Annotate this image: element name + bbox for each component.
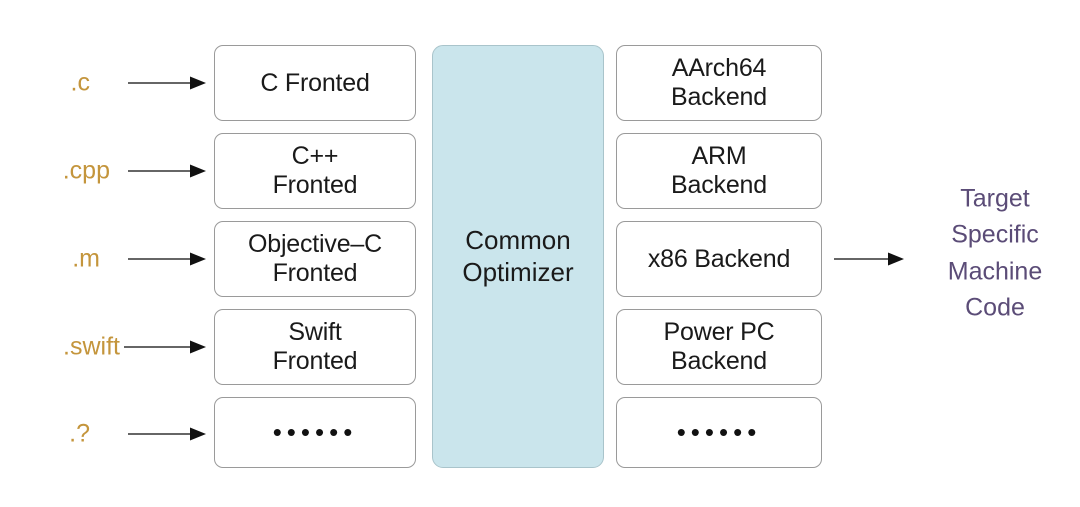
frontend-swift[interactable]: Swift Fronted <box>214 309 416 385</box>
backend-aarch64[interactable]: AArch64 Backend <box>616 45 822 121</box>
backend-arm[interactable]: ARM Backend <box>616 133 822 209</box>
ext-label-swift: .swift <box>63 332 120 361</box>
backend-x86[interactable]: x86 Backend <box>616 221 822 297</box>
arrow-cpp-to-frontend <box>128 163 208 179</box>
frontend-cpp[interactable]: C++ Fronted <box>214 133 416 209</box>
ext-label-other: .? <box>69 419 90 448</box>
compiler-architecture-diagram: .c .cpp .m .swift .? C Fronted C++ Front… <box>0 0 1080 507</box>
backend-powerpc[interactable]: Power PC Backend <box>616 309 822 385</box>
arrow-x86-to-output <box>834 251 906 267</box>
common-optimizer[interactable]: Common Optimizer <box>432 45 604 468</box>
ext-label-m: .m <box>72 244 100 273</box>
arrow-c-to-frontend <box>128 75 208 91</box>
frontend-c[interactable]: C Fronted <box>214 45 416 121</box>
frontend-more[interactable]: •••••• <box>214 397 416 468</box>
arrow-other-to-frontend <box>128 426 208 442</box>
ext-label-cpp: .cpp <box>62 156 110 185</box>
target-specific-machine-code: Target Specific Machine Code <box>947 184 1043 322</box>
arrow-m-to-frontend <box>128 251 208 267</box>
frontend-objective-c[interactable]: Objective–C Fronted <box>214 221 416 297</box>
ext-label-c: .c <box>70 68 90 97</box>
arrow-swift-to-frontend <box>124 339 208 355</box>
backend-more[interactable]: •••••• <box>616 397 822 468</box>
